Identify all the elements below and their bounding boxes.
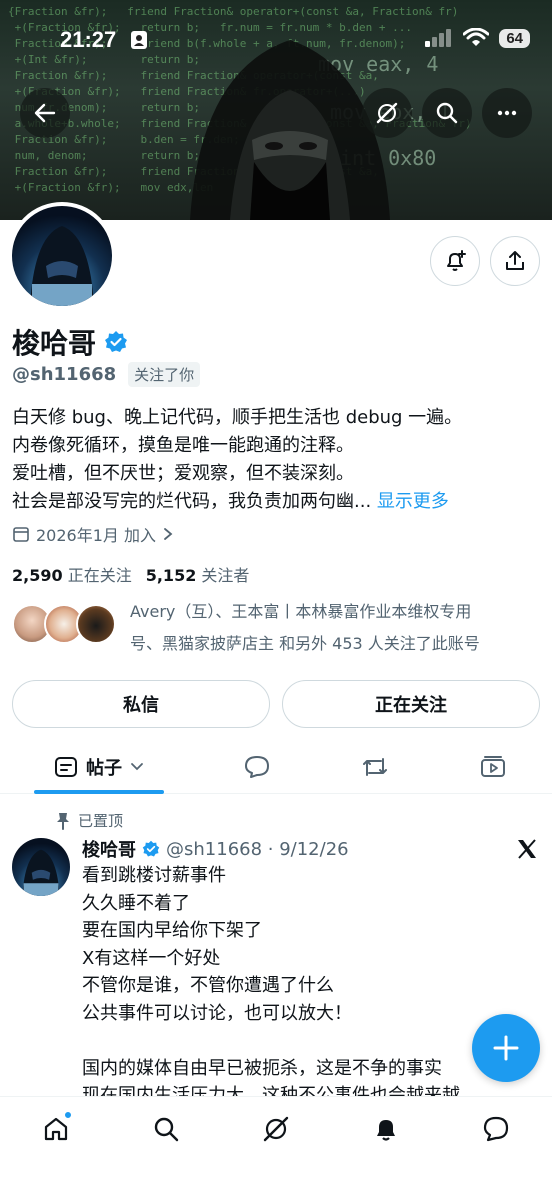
bio-line: 爱吐槽，但不厌世；爱观察，但不装深刻。 — [12, 463, 354, 484]
handle-row: @sh11668 关注了你 — [12, 362, 201, 387]
following-count: 2,590 — [12, 566, 63, 585]
profile-banner[interactable]: {Fraction &fr); friend Fraction& operato… — [0, 0, 552, 220]
post-author-name[interactable]: 梭哈哥 — [82, 836, 136, 862]
nav-grok[interactable] — [256, 1109, 296, 1149]
notification-dot — [64, 1111, 72, 1119]
bio-line: 白天修 bug、晚上记代码，顺手把生活也 debug 一遍。 — [12, 407, 463, 428]
nav-messages[interactable] — [476, 1109, 516, 1149]
battery-indicator: 64 — [499, 28, 530, 48]
compose-button[interactable] — [472, 1014, 540, 1082]
known-followers-avatars — [12, 596, 120, 646]
bell-icon — [377, 1120, 395, 1141]
following-button[interactable]: 正在关注 — [282, 680, 540, 728]
followers-count: 5,152 — [145, 566, 197, 585]
status-bar: 21:27 64 — [0, 22, 552, 62]
avatar-image — [22, 849, 60, 896]
following-label: 正在关注 — [67, 566, 132, 585]
video-play-icon — [481, 756, 505, 777]
notifications-subscribe-button[interactable] — [430, 236, 480, 286]
chat-bubble-icon — [483, 1116, 509, 1142]
tab-replies[interactable] — [232, 740, 282, 794]
x-logo-icon — [518, 839, 536, 859]
calendar-icon — [13, 527, 29, 542]
bio-line: 社会是部没写完的烂代码，我负责加两句幽... — [12, 491, 372, 512]
verified-badge-icon[interactable] — [104, 330, 128, 354]
avatar — [76, 604, 116, 644]
more-options-button[interactable] — [482, 88, 532, 138]
post-author-avatar[interactable] — [12, 838, 70, 896]
home-icon — [44, 1117, 68, 1141]
follow-stats: 2,590 正在关注 5,152 关注者 — [12, 562, 249, 586]
followers-stat[interactable]: 5,152 关注者 — [146, 562, 250, 586]
profile-bio: 白天修 bug、晚上记代码，顺手把生活也 debug 一遍。 内卷像死循环，摸鱼… — [12, 404, 542, 516]
share-icon — [506, 251, 524, 270]
verified-badge-icon — [142, 840, 160, 857]
nav-home[interactable] — [36, 1109, 76, 1149]
grok-icon — [376, 102, 398, 124]
bio-line: 内卷像死循环，摸鱼是唯一能跑通的注释。 — [12, 435, 354, 456]
known-followers[interactable]: Avery（互）、王本富丨本林暴富作业本维权专用 号、黑猫家披萨店主 和另外 4… — [12, 596, 530, 660]
message-button[interactable]: 私信 — [12, 680, 270, 728]
post-text[interactable]: 看到跳楼讨薪事件 久久睡不着了 要在国内早给你下架了 X有这样一个好处 不管你是… — [82, 862, 532, 1098]
known-followers-line: 号、黑猫家披萨店主 和另外 453 人关注了此账号 — [130, 634, 480, 653]
chevron-down-icon — [131, 763, 143, 771]
pinned-indicator: 已置顶 — [56, 810, 123, 831]
profile-name: 梭哈哥 — [12, 322, 128, 362]
known-followers-text: Avery（互）、王本富丨本林暴富作业本维权专用 号、黑猫家披萨店主 和另外 4… — [130, 596, 530, 660]
posts-icon — [55, 757, 77, 777]
known-followers-line: Avery（互）、王本富丨本林暴富作业本维权专用 — [130, 602, 472, 621]
tab-posts[interactable]: 帖子 — [34, 740, 164, 794]
profile-avatar[interactable] — [8, 202, 116, 310]
profile-handle: @sh11668 — [12, 364, 117, 385]
back-button[interactable] — [20, 88, 70, 138]
chevron-right-icon — [164, 528, 173, 540]
arrow-left-icon — [34, 103, 56, 123]
tab-media[interactable] — [468, 740, 518, 794]
search-icon — [436, 102, 458, 124]
search-icon — [154, 1117, 179, 1142]
profile-tabs: 帖子 — [0, 740, 552, 794]
followers-label: 关注者 — [201, 566, 250, 585]
wifi-icon — [463, 28, 490, 46]
search-button[interactable] — [422, 88, 472, 138]
post-header: 梭哈哥 @sh11668 · 9/12/26 — [82, 836, 349, 862]
post-handle-date: @sh11668 · 9/12/26 — [166, 838, 349, 860]
following-stat[interactable]: 2,590 正在关注 — [12, 562, 132, 586]
pinned-label: 已置顶 — [78, 812, 124, 830]
more-horizontal-icon — [497, 110, 517, 116]
tab-reposts[interactable] — [350, 740, 400, 794]
person-badge-icon — [131, 31, 147, 49]
display-name: 梭哈哥 — [12, 327, 97, 360]
nav-search[interactable] — [146, 1109, 186, 1149]
pin-icon — [57, 812, 69, 830]
tab-posts-label: 帖子 — [86, 758, 122, 779]
follows-you-badge: 关注了你 — [128, 362, 201, 387]
reply-icon — [245, 756, 269, 778]
signal-icon — [425, 29, 452, 47]
bell-plus-icon — [447, 250, 466, 271]
grok-icon — [263, 1116, 289, 1142]
bottom-navigation — [0, 1096, 552, 1199]
avatar-image — [30, 226, 94, 306]
show-more-link[interactable]: 显示更多 — [377, 491, 449, 512]
grok-button[interactable] — [362, 88, 412, 138]
plus-icon — [493, 1035, 519, 1061]
repost-icon — [363, 758, 387, 776]
share-button[interactable] — [490, 236, 540, 286]
join-date[interactable]: 2026年1月 加入 — [12, 522, 174, 546]
status-time: 21:27 — [60, 27, 117, 52]
nav-notifications[interactable] — [366, 1109, 406, 1149]
active-tab-indicator — [34, 790, 164, 794]
join-date-text: 2026年1月 加入 — [36, 526, 156, 545]
